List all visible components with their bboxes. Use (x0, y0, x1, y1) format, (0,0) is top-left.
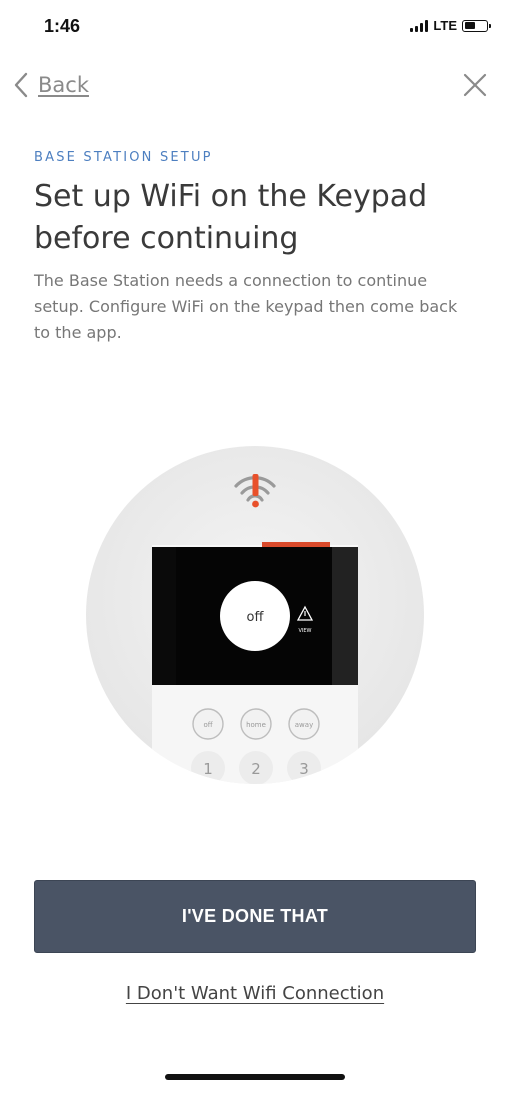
mode-button-home: home (240, 708, 272, 740)
done-button[interactable]: I'VE DONE THAT (34, 880, 476, 953)
skip-wifi-link[interactable]: I Don't Want Wifi Connection (0, 983, 510, 1004)
svg-text:away: away (295, 721, 313, 729)
svg-text:1: 1 (203, 760, 213, 778)
number-key-1: 1 (191, 751, 225, 784)
screen-alert-label: VIEW (299, 628, 312, 634)
battery-icon (462, 19, 491, 32)
battery-level (464, 22, 475, 29)
network-type: LTE (433, 18, 457, 33)
keypad-illustration: off VIEW off home away 1 2 3 (80, 440, 430, 790)
page-description: The Base Station needs a connection to c… (34, 271, 458, 342)
close-icon (463, 73, 487, 97)
page-title: Set up WiFi on the Keypad before continu… (34, 179, 428, 256)
svg-text:home: home (246, 721, 266, 729)
home-indicator (165, 1074, 345, 1080)
status-time: 1:46 (44, 16, 81, 36)
cellular-signal-icon (410, 19, 429, 32)
section-eyebrow: BASE STATION SETUP (34, 150, 213, 165)
mode-button-away: away (288, 708, 320, 740)
number-key-2: 2 (239, 751, 273, 784)
keypad-illustration-graphic: off VIEW off home away 1 2 3 (86, 446, 424, 784)
svg-text:2: 2 (251, 760, 261, 778)
svg-text:3: 3 (299, 760, 309, 778)
status-bar: 1:46 LTE (0, 0, 510, 56)
back-label: Back (38, 73, 89, 97)
status-indicators: LTE (410, 18, 491, 33)
svg-text:off: off (203, 721, 212, 729)
close-button[interactable] (460, 70, 490, 100)
mode-button-off: off (192, 708, 224, 740)
back-button[interactable]: Back (12, 68, 89, 102)
number-key-3: 3 (287, 751, 321, 784)
screen-mode-label: off (247, 610, 265, 625)
chevron-left-icon (14, 72, 28, 98)
